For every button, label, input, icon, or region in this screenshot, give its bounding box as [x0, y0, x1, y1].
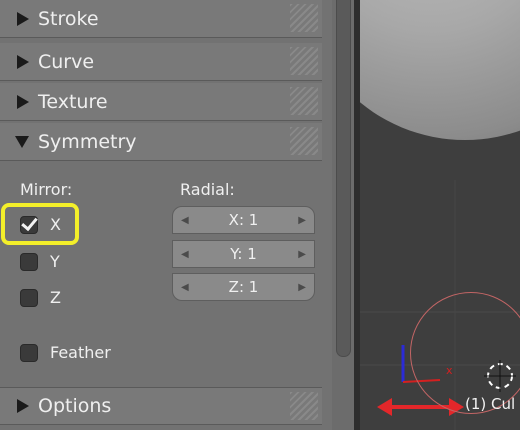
3d-viewport[interactable]: x (1) Cul — [360, 0, 520, 430]
checkbox-icon[interactable] — [20, 343, 38, 362]
checkbox-icon[interactable] — [20, 252, 38, 271]
panel-title-texture: Texture — [38, 90, 108, 113]
expanded-triangle-icon — [15, 135, 29, 148]
highlight-box — [1, 203, 79, 245]
tool-shelf-panel: Stroke Curve Texture Symmetry Mirror: Ra… — [0, 0, 332, 430]
radial-x-value: X: 1 — [228, 211, 259, 229]
feather-label: Feather — [50, 343, 111, 362]
collapsed-triangle-icon — [17, 11, 29, 26]
drag-grip-icon[interactable] — [290, 392, 318, 420]
drag-grip-icon[interactable] — [290, 87, 318, 115]
panel-title-symmetry: Symmetry — [38, 130, 137, 153]
collapsed-triangle-icon — [17, 94, 29, 109]
feather-checkbox[interactable]: Feather — [20, 343, 111, 362]
mirror-y-checkbox[interactable]: Y — [20, 252, 60, 271]
collapsed-triangle-icon — [17, 54, 29, 69]
panel-header-stroke[interactable]: Stroke — [0, 0, 322, 38]
mirror-z-checkbox[interactable]: Z — [20, 288, 61, 307]
object-name-label: (1) Cul — [465, 395, 516, 413]
mirror-label: Mirror: — [20, 180, 73, 199]
panel-scrollbar[interactable] — [332, 0, 354, 430]
panel-header-symmetry[interactable]: Symmetry — [0, 123, 322, 161]
radial-y-value: Y: 1 — [230, 245, 257, 263]
radial-y-field[interactable]: ◀ Y: 1 ▶ — [172, 240, 315, 268]
increment-arrow-icon[interactable]: ▶ — [298, 249, 306, 260]
panel-title-stroke: Stroke — [38, 7, 99, 30]
decrement-arrow-icon[interactable]: ◀ — [181, 282, 189, 293]
scrollbar-thumb[interactable] — [336, 0, 351, 357]
panel-header-options[interactable]: Options — [0, 387, 322, 425]
collapsed-triangle-icon — [17, 399, 29, 413]
panel-header-texture[interactable]: Texture — [0, 83, 322, 121]
checkbox-icon[interactable] — [20, 288, 38, 307]
arrow-left-head — [377, 398, 392, 416]
drag-grip-icon[interactable] — [290, 127, 318, 155]
mirror-y-label: Y — [50, 252, 60, 271]
drag-grip-icon[interactable] — [290, 4, 318, 32]
radial-z-field[interactable]: ◀ Z: 1 ▶ — [172, 273, 315, 301]
increment-arrow-icon[interactable]: ▶ — [298, 282, 306, 293]
panel-header-curve[interactable]: Curve — [0, 43, 322, 81]
radial-z-value: Z: 1 — [228, 278, 259, 296]
panel-title-options: Options — [38, 395, 112, 417]
radial-label: Radial: — [180, 180, 235, 199]
radial-x-field[interactable]: ◀ X: 1 ▶ — [172, 206, 315, 234]
x-axis-label: x — [446, 364, 453, 377]
panel-title-curve: Curve — [38, 50, 95, 73]
decrement-arrow-icon[interactable]: ◀ — [181, 249, 189, 260]
drag-grip-icon[interactable] — [290, 47, 318, 75]
mirror-z-label: Z — [50, 288, 61, 307]
increment-arrow-icon[interactable]: ▶ — [298, 215, 306, 226]
decrement-arrow-icon[interactable]: ◀ — [181, 215, 189, 226]
